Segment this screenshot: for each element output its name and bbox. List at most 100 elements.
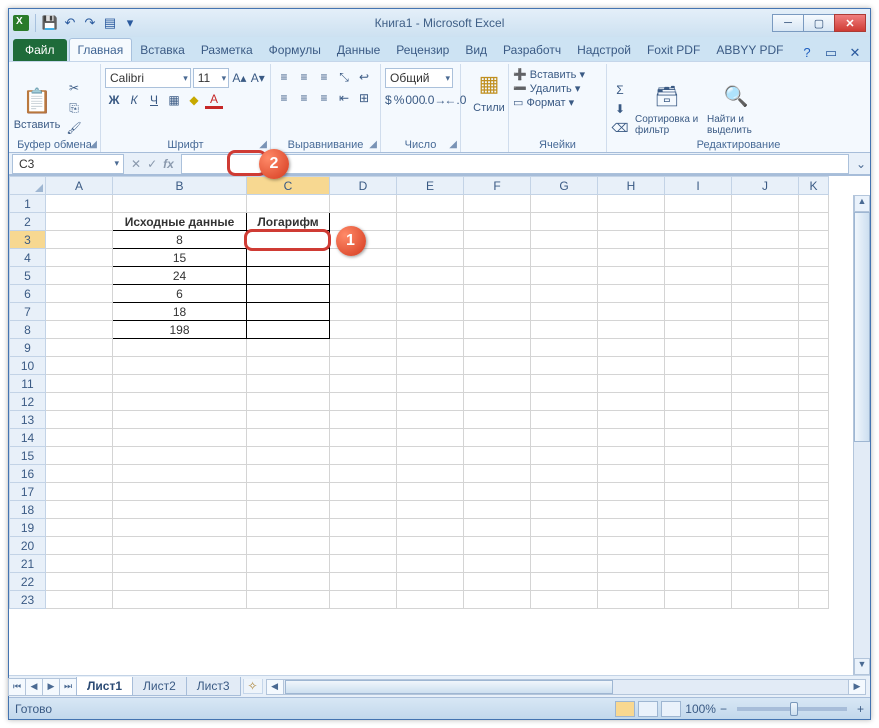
cell-B19[interactable]	[113, 519, 247, 537]
cell-H12[interactable]	[598, 393, 665, 411]
cell-K9[interactable]	[799, 339, 829, 357]
cell-H10[interactable]	[598, 357, 665, 375]
cell-B5[interactable]: 24	[113, 267, 247, 285]
cell-D15[interactable]	[330, 447, 397, 465]
cell-C13[interactable]	[247, 411, 330, 429]
spreadsheet-grid[interactable]: ABCDEFGHIJK12Исходные данныеЛогарифм3841…	[9, 175, 870, 675]
cell-K6[interactable]	[799, 285, 829, 303]
col-header-F[interactable]: F	[464, 177, 531, 195]
cell-B11[interactable]	[113, 375, 247, 393]
cell-B12[interactable]	[113, 393, 247, 411]
cell-H11[interactable]	[598, 375, 665, 393]
sheet-tab-2[interactable]: Лист2	[132, 677, 187, 696]
cell-J15[interactable]	[732, 447, 799, 465]
cell-J1[interactable]	[732, 195, 799, 213]
underline-button[interactable]: Ч	[145, 91, 163, 109]
cell-C16[interactable]	[247, 465, 330, 483]
format-cells-button[interactable]: ▭ Формат ▾	[513, 96, 602, 109]
hscroll-thumb[interactable]	[285, 680, 614, 694]
cell-I8[interactable]	[665, 321, 732, 339]
cell-E17[interactable]	[397, 483, 464, 501]
row-header-19[interactable]: 19	[10, 519, 46, 537]
cell-F7[interactable]	[464, 303, 531, 321]
fill-icon[interactable]: ⬇	[611, 100, 629, 118]
cell-F8[interactable]	[464, 321, 531, 339]
orientation-icon[interactable]: ⤡	[335, 68, 353, 86]
cell-E1[interactable]	[397, 195, 464, 213]
row-header-18[interactable]: 18	[10, 501, 46, 519]
cell-I6[interactable]	[665, 285, 732, 303]
tab-abbyy[interactable]: ABBYY PDF	[708, 39, 791, 61]
cell-E10[interactable]	[397, 357, 464, 375]
cell-C21[interactable]	[247, 555, 330, 573]
minimize-button[interactable]: ─	[772, 14, 804, 32]
paste-button[interactable]: 📋 Вставить	[13, 83, 61, 133]
cell-F15[interactable]	[464, 447, 531, 465]
scroll-up-button[interactable]: ▲	[854, 195, 870, 212]
cell-K21[interactable]	[799, 555, 829, 573]
clear-icon[interactable]: ⌫	[611, 119, 629, 137]
cell-F18[interactable]	[464, 501, 531, 519]
inc-decimal-icon[interactable]: .0→	[426, 91, 444, 109]
bold-button[interactable]: Ж	[105, 91, 123, 109]
cell-H3[interactable]	[598, 231, 665, 249]
cell-H13[interactable]	[598, 411, 665, 429]
cell-D16[interactable]	[330, 465, 397, 483]
cell-J9[interactable]	[732, 339, 799, 357]
tab-view[interactable]: Вид	[457, 39, 495, 61]
cell-G11[interactable]	[531, 375, 598, 393]
row-header-4[interactable]: 4	[10, 249, 46, 267]
cell-B10[interactable]	[113, 357, 247, 375]
cell-D11[interactable]	[330, 375, 397, 393]
delete-cells-button[interactable]: ➖ Удалить ▾	[513, 82, 602, 95]
next-sheet-button[interactable]: ▶	[42, 678, 60, 696]
cell-D23[interactable]	[330, 591, 397, 609]
cell-G6[interactable]	[531, 285, 598, 303]
cell-G5[interactable]	[531, 267, 598, 285]
tab-formulas[interactable]: Формулы	[261, 39, 329, 61]
cell-I4[interactable]	[665, 249, 732, 267]
cell-A8[interactable]	[46, 321, 113, 339]
cell-A1[interactable]	[46, 195, 113, 213]
cell-K4[interactable]	[799, 249, 829, 267]
indent-dec-icon[interactable]: ⇤	[335, 89, 353, 107]
cell-G4[interactable]	[531, 249, 598, 267]
cell-C2[interactable]: Логарифм	[247, 213, 330, 231]
cell-A2[interactable]	[46, 213, 113, 231]
cell-H19[interactable]	[598, 519, 665, 537]
cell-E21[interactable]	[397, 555, 464, 573]
cell-J3[interactable]	[732, 231, 799, 249]
close-button[interactable]: ✕	[834, 14, 866, 32]
cell-A21[interactable]	[46, 555, 113, 573]
cell-E13[interactable]	[397, 411, 464, 429]
cell-A10[interactable]	[46, 357, 113, 375]
cell-I11[interactable]	[665, 375, 732, 393]
col-header-H[interactable]: H	[598, 177, 665, 195]
styles-button[interactable]: ▦ Стили	[465, 66, 513, 116]
cell-K23[interactable]	[799, 591, 829, 609]
cell-B2[interactable]: Исходные данные	[113, 213, 247, 231]
row-header-23[interactable]: 23	[10, 591, 46, 609]
enter-formula-icon[interactable]: ✓	[144, 157, 160, 171]
cell-J18[interactable]	[732, 501, 799, 519]
cell-J21[interactable]	[732, 555, 799, 573]
zoom-thumb[interactable]	[790, 702, 798, 716]
cell-G13[interactable]	[531, 411, 598, 429]
cell-G19[interactable]	[531, 519, 598, 537]
cell-C3[interactable]	[247, 231, 330, 249]
cell-A13[interactable]	[46, 411, 113, 429]
horizontal-scrollbar[interactable]: ◀ ▶	[267, 679, 866, 695]
sheet-tab-1[interactable]: Лист1	[76, 677, 133, 696]
cell-H1[interactable]	[598, 195, 665, 213]
cell-J13[interactable]	[732, 411, 799, 429]
dialog-launcher-icon[interactable]: ◢	[259, 139, 267, 150]
cell-I17[interactable]	[665, 483, 732, 501]
sheet-tab-3[interactable]: Лист3	[186, 677, 241, 696]
row-header-3[interactable]: 3	[10, 231, 46, 249]
cut-icon[interactable]: ✂	[65, 79, 83, 97]
scroll-right-button[interactable]: ▶	[848, 679, 866, 695]
cell-E18[interactable]	[397, 501, 464, 519]
row-header-11[interactable]: 11	[10, 375, 46, 393]
cell-G16[interactable]	[531, 465, 598, 483]
cell-C9[interactable]	[247, 339, 330, 357]
